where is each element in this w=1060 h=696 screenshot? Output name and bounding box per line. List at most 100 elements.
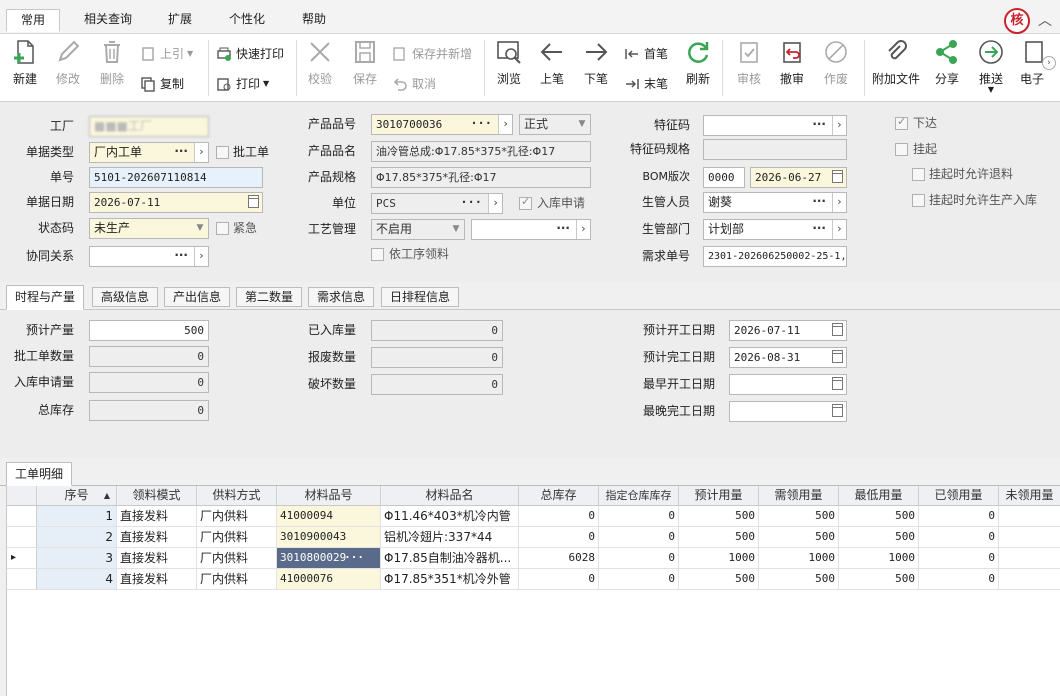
- cancel-button[interactable]: 取消: [392, 74, 436, 94]
- cell-planned-use[interactable]: 500: [679, 506, 759, 527]
- lookup-dots-icon[interactable]: ···: [174, 247, 188, 266]
- copy-button[interactable]: 复制: [140, 74, 184, 94]
- collapse-ribbon-icon[interactable]: ︿: [1038, 10, 1052, 30]
- delete-button[interactable]: 删除: [90, 38, 134, 87]
- cell-warehouse-stock[interactable]: 0: [599, 506, 679, 527]
- urgent-checkbox[interactable]: [216, 222, 229, 235]
- cell-required-use[interactable]: 1000: [759, 548, 839, 569]
- mgr-field[interactable]: 谢葵 ··· ›: [703, 192, 847, 213]
- push-button[interactable]: 推送 ▼: [969, 38, 1013, 94]
- browse-button[interactable]: 浏览: [487, 38, 531, 87]
- col-required-use[interactable]: 需领用量: [759, 486, 839, 506]
- cell-supply-mode[interactable]: 厂内供料: [197, 527, 277, 548]
- hold-allow-stock-checkbox[interactable]: [912, 194, 925, 207]
- col-used[interactable]: 已领用量: [919, 486, 999, 506]
- cell-material-no[interactable]: 41000076: [277, 569, 381, 590]
- cell-required-use[interactable]: 500: [759, 506, 839, 527]
- chevron-right-icon[interactable]: ›: [832, 193, 846, 212]
- col-material-name[interactable]: 材料品名: [381, 486, 519, 506]
- lookup-dots-icon[interactable]: ···: [174, 143, 188, 162]
- feature-field[interactable]: ··· ›: [703, 115, 847, 136]
- cell-warehouse-stock[interactable]: 0: [599, 527, 679, 548]
- cell-supply-mode[interactable]: 厂内供料: [197, 569, 277, 590]
- cell-seq[interactable]: 1: [37, 506, 117, 527]
- cell-used[interactable]: 0: [919, 506, 999, 527]
- dropdown-arrow-icon[interactable]: ▼: [448, 220, 464, 239]
- cell-material-no[interactable]: 3010800029 ···: [277, 548, 381, 569]
- cell-supply-mode[interactable]: 厂内供料: [197, 506, 277, 527]
- col-warehouse-stock[interactable]: 指定仓库库存: [599, 486, 679, 506]
- cell-min-use[interactable]: 500: [839, 569, 919, 590]
- collab-field[interactable]: ··· ›: [89, 246, 209, 267]
- doc-date-field[interactable]: 2026-07-11: [89, 192, 263, 213]
- row-header[interactable]: [7, 569, 37, 590]
- attach-file-button[interactable]: 附加文件: [871, 38, 921, 87]
- cell-material-no[interactable]: 41000094: [277, 506, 381, 527]
- cell-required-use[interactable]: 500: [759, 527, 839, 548]
- void-button[interactable]: 作废: [814, 38, 858, 87]
- product-no-field[interactable]: 3010700036 ··· ›: [371, 114, 513, 135]
- dropdown-arrow-icon[interactable]: ▼: [192, 219, 208, 238]
- cell-seq[interactable]: 4: [37, 569, 117, 590]
- tab-demand[interactable]: 需求信息: [308, 287, 375, 307]
- cell-pick-mode[interactable]: 直接发料: [117, 506, 197, 527]
- audit-button[interactable]: 审核: [727, 38, 771, 87]
- cell-unused[interactable]: [999, 527, 1060, 548]
- print-button[interactable]: 打印 ▼: [216, 74, 269, 94]
- tab-order-detail[interactable]: 工单明细: [6, 462, 73, 486]
- cell-material-name[interactable]: Φ17.85*351*机冷外管: [381, 569, 519, 590]
- calendar-icon[interactable]: [832, 377, 843, 390]
- cell-warehouse-stock[interactable]: 0: [599, 569, 679, 590]
- cell-material-name[interactable]: Φ11.46*403*机冷内管: [381, 506, 519, 527]
- calendar-icon[interactable]: [832, 350, 843, 363]
- cell-total-stock[interactable]: 0: [519, 569, 599, 590]
- tab-extend[interactable]: 扩展: [154, 9, 206, 32]
- lookup-dots-icon[interactable]: ···: [812, 116, 826, 135]
- lookup-dots-icon[interactable]: ···: [812, 220, 826, 239]
- tab-help[interactable]: 帮助: [288, 9, 340, 32]
- bom-date-field[interactable]: 2026-06-27: [750, 167, 847, 188]
- planned-qty-field[interactable]: 500: [89, 320, 209, 341]
- factory-field[interactable]: ■■■工厂: [89, 116, 209, 137]
- cell-total-stock[interactable]: 0: [519, 506, 599, 527]
- row-header[interactable]: [7, 506, 37, 527]
- latest-end-field[interactable]: [729, 401, 847, 422]
- dept-field[interactable]: 计划部 ··· ›: [703, 219, 847, 240]
- col-unused[interactable]: 未领用量: [999, 486, 1060, 506]
- process-route-field[interactable]: ··· ›: [471, 219, 591, 240]
- col-min-use[interactable]: 最低用量: [839, 486, 919, 506]
- check-button[interactable]: 校验: [298, 38, 342, 87]
- cell-required-use[interactable]: 500: [759, 569, 839, 590]
- by-process-checkbox[interactable]: [371, 248, 384, 261]
- cell-min-use[interactable]: 1000: [839, 548, 919, 569]
- cell-material-no[interactable]: 3010900043: [277, 527, 381, 548]
- chevron-right-icon[interactable]: ›: [832, 220, 846, 239]
- status-select[interactable]: 未生产 ▼: [89, 218, 209, 239]
- quick-print-button[interactable]: 快速打印: [216, 44, 284, 64]
- row-header[interactable]: ▸: [7, 548, 37, 569]
- row-header[interactable]: [7, 527, 37, 548]
- calendar-icon[interactable]: [832, 323, 843, 336]
- cell-planned-use[interactable]: 500: [679, 527, 759, 548]
- chevron-right-icon[interactable]: ›: [194, 143, 208, 162]
- cell-material-name[interactable]: 铝机冷翅片:337*44: [381, 527, 519, 548]
- chevron-right-icon[interactable]: ›: [498, 115, 512, 134]
- cell-min-use[interactable]: 500: [839, 527, 919, 548]
- doc-type-field[interactable]: 厂内工单 ··· ›: [89, 142, 209, 163]
- cell-seq[interactable]: 3: [37, 548, 117, 569]
- cell-planned-use[interactable]: 1000: [679, 548, 759, 569]
- col-planned-use[interactable]: 预计用量: [679, 486, 759, 506]
- cell-used[interactable]: 0: [919, 527, 999, 548]
- col-seq[interactable]: 序号 ▲: [37, 486, 117, 506]
- demand-field[interactable]: 2301-202606250002-25-1,: [703, 246, 847, 267]
- cell-planned-use[interactable]: 500: [679, 569, 759, 590]
- col-pick-mode[interactable]: 领料模式: [117, 486, 197, 506]
- cell-used[interactable]: 0: [919, 548, 999, 569]
- share-button[interactable]: 分享: [925, 38, 969, 87]
- earliest-start-field[interactable]: [729, 374, 847, 395]
- cell-warehouse-stock[interactable]: 0: [599, 548, 679, 569]
- cell-total-stock[interactable]: 6028: [519, 548, 599, 569]
- lookup-dots-icon[interactable]: ···: [460, 194, 482, 213]
- lookup-dots-icon[interactable]: ···: [812, 193, 826, 212]
- stock-apply-checkbox[interactable]: [519, 195, 532, 210]
